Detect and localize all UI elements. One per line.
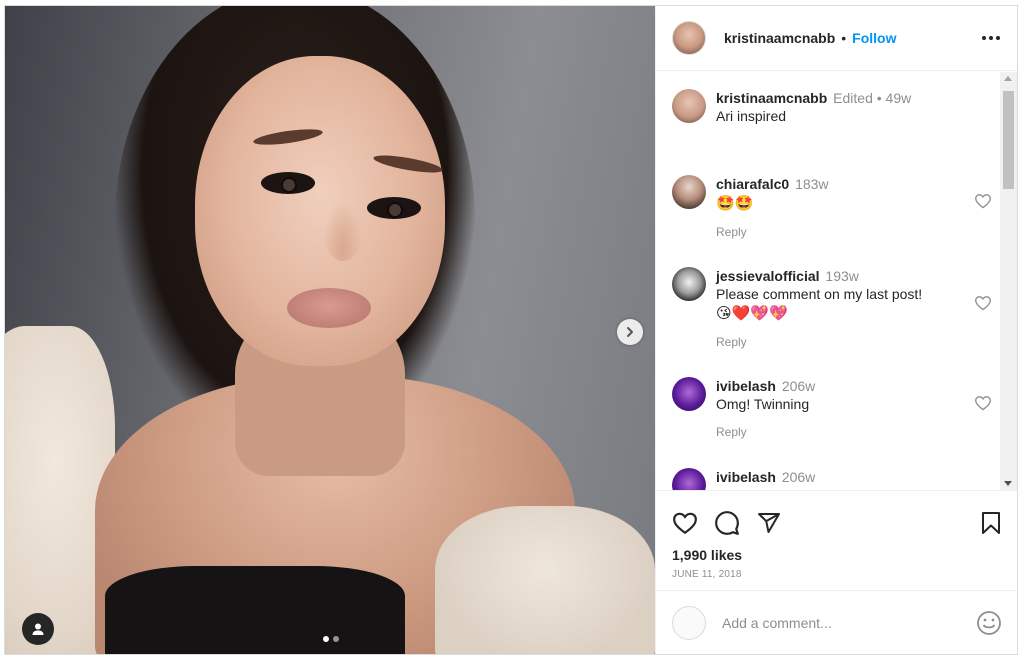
reply-button[interactable]: Reply [716,223,992,241]
like-button[interactable] [672,511,698,535]
action-icons [672,505,1002,541]
add-comment-input[interactable] [722,614,976,631]
caption: kristinaamcnabb Edited • 49w Ari inspire… [672,89,992,125]
comment-avatar[interactable] [672,175,706,209]
reply-button[interactable]: Reply [716,423,992,441]
follow-button[interactable]: Follow [852,30,896,46]
share-icon [758,513,780,533]
carousel-dot [333,636,339,642]
post-header: kristinaamcnabb • Follow [656,6,1017,71]
photo-jacket-right [435,506,655,654]
comment-item: ivibelash 206w [672,468,992,490]
post-container: kristinaamcnabb • Follow kristinaamcnabb… [4,5,1018,655]
comment-item: chiarafalc0 183w 🤩🤩 Reply [672,175,992,241]
comment-time: 206w [781,469,816,485]
reply-button[interactable]: Reply [716,333,992,351]
current-user-avatar [672,605,706,640]
comment-avatar[interactable] [672,468,706,490]
more-icon [982,36,1000,40]
user-tag-button[interactable] [22,613,54,645]
scroll-up-arrow[interactable] [1004,76,1012,81]
caption-text: Ari inspired [716,108,787,124]
carousel-indicator [323,636,339,642]
smiley-icon [977,610,1001,635]
more-options-button[interactable] [981,35,1001,41]
author-avatar[interactable] [672,21,706,55]
caption-meta: Edited • 49w [833,90,912,106]
bookmark-icon [982,512,1000,534]
likes-count[interactable]: 1,990 likes [672,547,1002,563]
comment-username[interactable]: jessievalofficial [716,268,820,284]
comment-body: ivibelash 206w Omg! Twinning Reply [716,377,992,441]
comment-like-button[interactable] [974,295,992,316]
comment-body: chiarafalc0 183w 🤩🤩 Reply [716,175,992,241]
chevron-right-icon [627,327,633,337]
comment-username[interactable]: chiarafalc0 [716,176,789,192]
save-button[interactable] [980,511,1002,535]
comment-like-button[interactable] [974,395,992,416]
comment-emoji: 😘❤️💖💖 [716,305,788,322]
caption-avatar[interactable] [672,89,706,123]
photo-lips [287,288,371,328]
comment-username[interactable]: ivibelash [716,378,776,394]
post-date: JUNE 11, 2018 [672,569,742,580]
post-photo[interactable] [5,6,655,654]
next-slide-button[interactable] [617,319,643,345]
scrollbar-thumb[interactable] [1003,91,1014,189]
comment-time: 206w [781,378,816,394]
comment-like-button[interactable] [974,193,992,214]
user-tag-icon [32,623,44,635]
comment-icon [715,511,739,535]
photo-top [105,566,405,654]
comment-text: Omg! Twinning [716,396,810,412]
photo-eye-left [261,172,315,194]
heart-icon [975,194,991,209]
comment-button[interactable] [714,510,740,536]
comment-body: jessievalofficial 193w Please comment on… [716,267,992,351]
heart-icon [673,512,697,535]
carousel-dot-active [323,636,329,642]
comment-time: 193w [825,268,859,284]
comment-item: jessievalofficial 193w Please comment on… [672,267,992,351]
photo-nose [323,201,363,261]
heart-icon [975,396,991,411]
header-separator: • [841,30,847,46]
heart-icon [975,296,991,311]
caption-body: kristinaamcnabb Edited • 49w Ari inspire… [716,89,992,125]
scroll-down-arrow[interactable] [1004,481,1012,486]
author-username[interactable]: kristinaamcnabb [724,30,835,46]
comments-list[interactable]: kristinaamcnabb Edited • 49w Ari inspire… [656,72,1000,490]
add-comment-bar [656,590,1018,654]
comment-item: ivibelash 206w Omg! Twinning Reply [672,377,992,441]
share-button[interactable] [756,511,782,535]
comments-scrollbar[interactable] [1000,72,1017,490]
comment-time: 183w [795,176,829,192]
comment-username[interactable]: ivibelash [716,469,776,485]
comment-body: ivibelash 206w [716,468,992,490]
photo-eye-right [367,197,421,219]
comment-avatar[interactable] [672,377,706,411]
comment-avatar[interactable] [672,267,706,301]
emoji-button[interactable] [976,610,1002,636]
side-panel: kristinaamcnabb • Follow kristinaamcnabb… [655,6,1018,654]
post-actions: 1,990 likes JUNE 11, 2018 [656,490,1018,580]
comment-text: Please comment on my last post! [716,286,923,302]
comment-text: 🤩🤩 [716,195,754,212]
caption-username[interactable]: kristinaamcnabb [716,90,827,106]
